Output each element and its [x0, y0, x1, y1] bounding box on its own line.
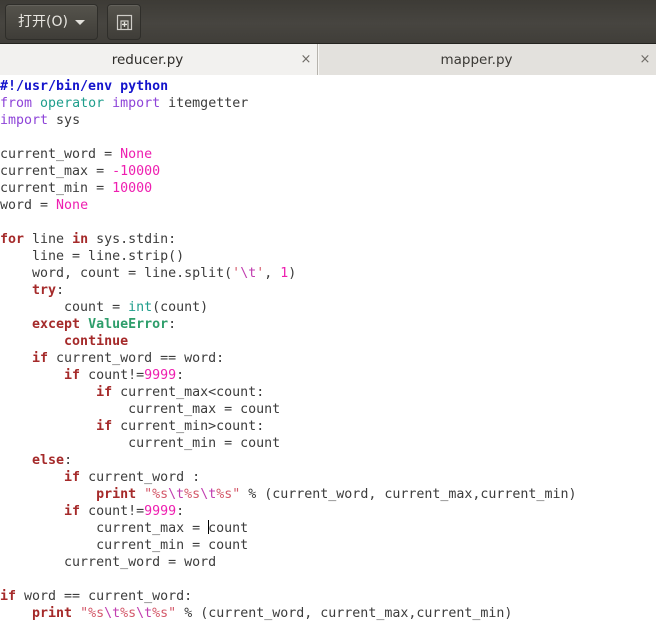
tab-label: mapper.py — [440, 51, 513, 68]
close-icon[interactable]: × — [634, 53, 656, 66]
tab-mapper-py[interactable]: mapper.py × — [318, 44, 656, 75]
tab-label: reducer.py — [111, 51, 184, 68]
tab-bar: reducer.py × mapper.py × — [0, 44, 656, 75]
new-document-icon — [116, 14, 133, 31]
code-text[interactable]: #!/usr/bin/env python from operator impo… — [0, 75, 656, 622]
tab-reducer-py[interactable]: reducer.py × — [0, 44, 318, 75]
toolbar: 打开(O) — [0, 0, 656, 44]
chevron-down-icon — [74, 19, 85, 25]
new-document-button[interactable] — [107, 4, 141, 40]
close-icon[interactable]: × — [295, 53, 317, 66]
text-caret — [208, 520, 210, 534]
open-button-label: 打开(O) — [18, 14, 68, 30]
code-editor[interactable]: #!/usr/bin/env python from operator impo… — [0, 75, 656, 629]
open-button[interactable]: 打开(O) — [5, 4, 98, 40]
